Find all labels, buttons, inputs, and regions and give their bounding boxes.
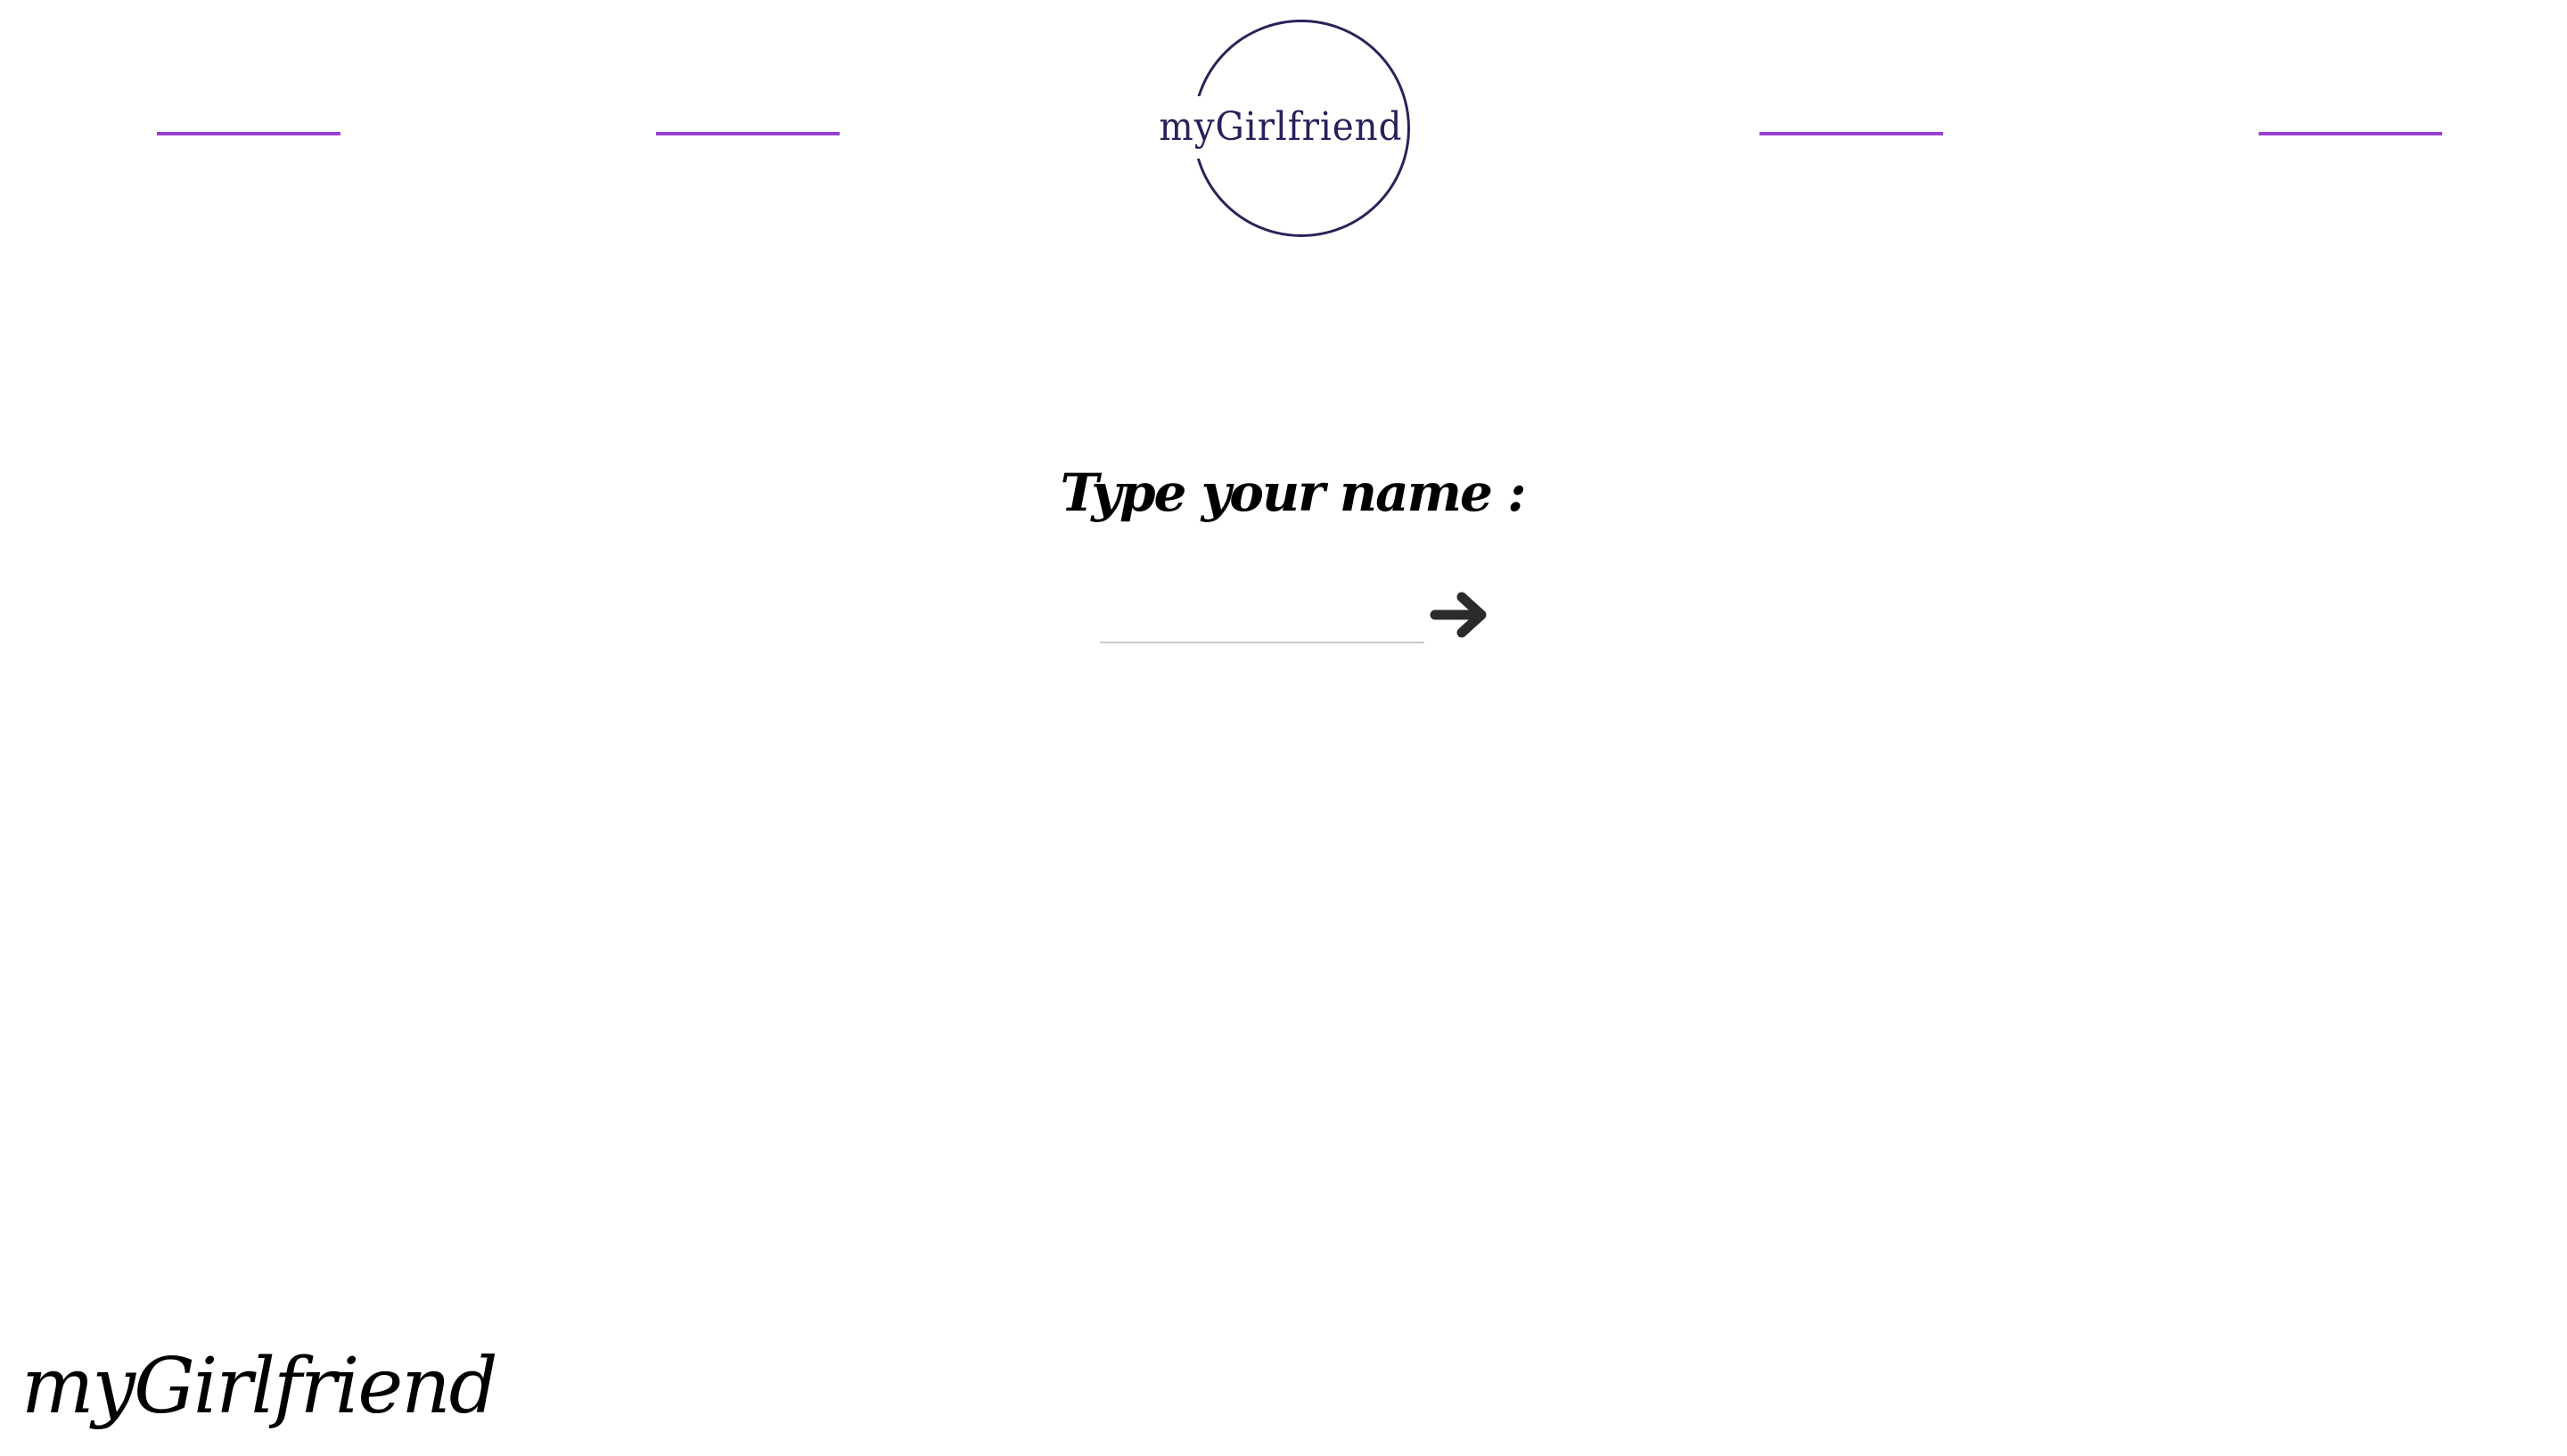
nav-link-2[interactable] xyxy=(656,132,840,135)
right-arrow-icon xyxy=(1430,592,1487,638)
nav-link-4[interactable] xyxy=(2259,132,2442,135)
name-input[interactable] xyxy=(1100,579,1424,643)
name-prompt-heading: Type your name : xyxy=(1060,462,1526,523)
submit-button[interactable] xyxy=(1430,581,1492,649)
logo[interactable]: myGirlfriend xyxy=(1159,96,1402,159)
nav-link-1[interactable] xyxy=(157,132,340,135)
nav-link-3[interactable] xyxy=(1759,132,1943,135)
footer-brand: myGirlfriend xyxy=(21,1342,498,1431)
